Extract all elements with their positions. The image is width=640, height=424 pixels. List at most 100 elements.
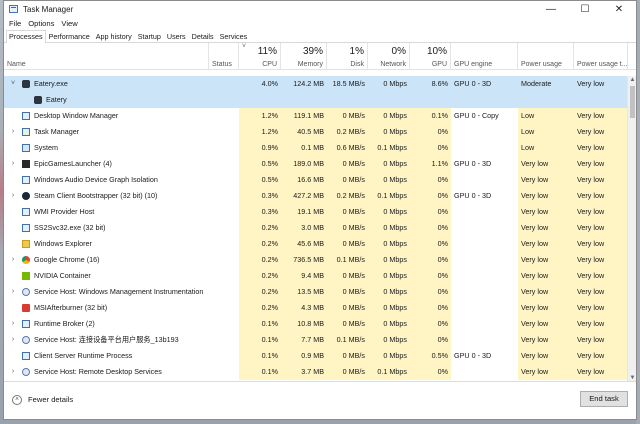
chevron-right-icon[interactable]: › [9, 332, 17, 348]
cpu-cell: 0.5% [239, 172, 281, 188]
network-cell: 0 Mbps [368, 156, 410, 172]
process-row[interactable]: › Service Host: 连接设备平台用户服务_13b193 0.1% 7.7 … [4, 332, 628, 348]
network-cell: 0 Mbps [368, 204, 410, 220]
minimize-button[interactable]: — [534, 1, 568, 17]
column-header-memory[interactable]: 39% Memory [281, 43, 327, 70]
process-row[interactable]: NVIDIA Container 0.2% 9.4 MB 0 MB/s 0 Mbps 0%… [4, 268, 628, 284]
status-cell [209, 140, 239, 156]
status-cell [209, 316, 239, 332]
process-row[interactable]: Desktop Window Manager 1.2% 119.1 MB 0 MB/s… [4, 108, 628, 124]
chevron-right-icon[interactable]: › [9, 188, 17, 204]
tab-app-history[interactable]: App history [93, 30, 135, 42]
scrollbar-thumb[interactable] [630, 86, 635, 118]
disk-cell: 18.5 MB/s [327, 76, 368, 92]
gpu-engine-cell [451, 332, 518, 348]
process-row[interactable]: › Task Manager 1.2% 40.5 MB 0.2 MB/s 0 Mbps 0%… [4, 124, 628, 140]
gpu-engine-cell: GPU 0 - 3D [454, 159, 492, 168]
column-header-disk[interactable]: 1% Disk [327, 43, 368, 70]
memory-cell: 19.1 MB [281, 204, 327, 220]
chevron-right-icon[interactable]: › [9, 156, 17, 172]
process-row[interactable]: System 0.9% 0.1 MB 0.6 MB/s 0.1 Mbps 0% Low Ver… [4, 140, 628, 156]
window-icon [22, 352, 30, 360]
gpu-engine-cell [451, 140, 518, 156]
process-row[interactable]: WMI Provider Host 0.3% 19.1 MB 0 MB/s 0 Mbps… [4, 204, 628, 220]
column-header-cpu[interactable]: ˅ 11% CPU [239, 43, 281, 70]
network-cell: 0 Mbps [368, 348, 410, 364]
process-name: EpicGamesLauncher (4) [34, 159, 112, 168]
process-row[interactable]: › Service Host: Windows Management Instru… [4, 284, 628, 300]
menu-file[interactable]: File [9, 19, 21, 28]
chevron-right-icon[interactable]: › [9, 316, 17, 332]
chevron-right-icon[interactable]: › [9, 364, 17, 380]
disk-cell: 0.1 MB/s [327, 332, 368, 348]
process-row[interactable]: Windows Explorer 0.2% 45.6 MB 0 MB/s 0 Mbps 0… [4, 236, 628, 252]
disk-cell: 0.2 MB/s [327, 124, 368, 140]
process-row[interactable]: › Runtime Broker (2) 0.1% 10.8 MB 0 MB/s 0 Mb… [4, 316, 628, 332]
scroll-up-arrow-icon[interactable]: ▲ [628, 76, 636, 85]
column-header-power-trend[interactable]: Power usage t... [574, 43, 628, 70]
tab-services[interactable]: Services [217, 30, 251, 42]
chevron-up-icon[interactable]: ˄ [12, 395, 22, 405]
tab-processes[interactable]: Processes [6, 30, 46, 43]
disk-cell: 0 MB/s [327, 364, 368, 380]
status-cell [209, 220, 239, 236]
process-row[interactable]: Windows Audio Device Graph Isolation 0.5%… [4, 172, 628, 188]
end-task-button[interactable]: End task [580, 391, 628, 407]
power-trend-cell: Very low [574, 268, 628, 284]
memory-cell: 45.6 MB [281, 236, 327, 252]
chevron-right-icon[interactable]: › [9, 252, 17, 268]
process-row[interactable]: › Steam Client Bootstrapper (32 bit) (10)… [4, 188, 628, 204]
eatery-icon [34, 96, 42, 104]
gpu-engine-cell [451, 172, 518, 188]
column-disk-label: Disk [350, 61, 364, 68]
close-button[interactable]: ✕ [602, 1, 636, 17]
gpu-engine-cell [451, 300, 518, 316]
column-header-power-usage[interactable]: Power usage [518, 43, 574, 70]
memory-cell: 0.1 MB [281, 140, 327, 156]
process-row[interactable]: MSIAfterburner (32 bit) 0.2% 4.3 MB 0 MB/s 0… [4, 300, 628, 316]
column-header-gpu[interactable]: 10% GPU [410, 43, 451, 70]
process-row[interactable]: › EpicGamesLauncher (4) 0.5% 189.0 MB 0 MB/s… [4, 156, 628, 172]
memory-cell [281, 92, 327, 108]
fewer-details-link[interactable]: Fewer details [28, 395, 73, 404]
column-header-network[interactable]: 0% Network [368, 43, 410, 70]
gpu-engine-cell: GPU 0 - 3D [454, 79, 492, 88]
column-status-label: Status [212, 61, 232, 68]
chevron-down-icon[interactable]: ˅ [9, 76, 17, 92]
tab-startup[interactable]: Startup [135, 30, 164, 42]
title-bar[interactable]: Task Manager — ☐ ✕ [4, 1, 636, 17]
network-cell: 0 Mbps [368, 284, 410, 300]
menu-bar: File Options View [4, 17, 636, 30]
power-trend-cell: Very low [574, 284, 628, 300]
maximize-button[interactable]: ☐ [568, 1, 602, 17]
network-cell: 0 Mbps [368, 236, 410, 252]
process-row[interactable]: ˅ Eatery.exe 4.0% 124.2 MB 18.5 MB/s 0 Mbps 8.… [4, 76, 628, 92]
tab-users[interactable]: Users [164, 30, 189, 42]
process-row[interactable]: › Google Chrome (16) 0.2% 736.5 MB 0.1 MB/s 0… [4, 252, 628, 268]
menu-options[interactable]: Options [28, 19, 54, 28]
cpu-cell: 0.2% [239, 268, 281, 284]
gear-icon [22, 368, 30, 376]
power-usage-cell: Very low [518, 172, 574, 188]
disk-cell: 0 MB/s [327, 220, 368, 236]
memory-cell: 9.4 MB [281, 268, 327, 284]
column-header-status[interactable]: Status [209, 43, 239, 70]
menu-view[interactable]: View [61, 19, 77, 28]
tab-performance[interactable]: Performance [46, 30, 93, 42]
gpu-cell: 0% [410, 220, 451, 236]
process-row[interactable]: Client Server Runtime Process 0.1% 0.9 MB 0… [4, 348, 628, 364]
chevron-right-icon[interactable]: › [9, 124, 17, 140]
column-header-name[interactable]: Name [4, 43, 209, 70]
process-row[interactable]: Eatery [4, 92, 628, 108]
process-row[interactable]: › Service Host: Remote Desktop Services 0.… [4, 364, 628, 380]
process-row[interactable]: SS2Svc32.exe (32 bit) 0.2% 3.0 MB 0 MB/s 0 M… [4, 220, 628, 236]
tab-details[interactable]: Details [189, 30, 217, 42]
network-cell: 0 Mbps [368, 268, 410, 284]
column-header-gpu-engine[interactable]: GPU engine [451, 43, 518, 70]
network-cell: 0 Mbps [368, 108, 410, 124]
cpu-cell: 0.1% [239, 332, 281, 348]
chevron-right-icon[interactable]: › [9, 284, 17, 300]
vertical-scrollbar[interactable]: ▲ ▼ [627, 76, 636, 383]
epic-icon [22, 160, 30, 168]
process-name: Google Chrome (16) [34, 255, 100, 264]
